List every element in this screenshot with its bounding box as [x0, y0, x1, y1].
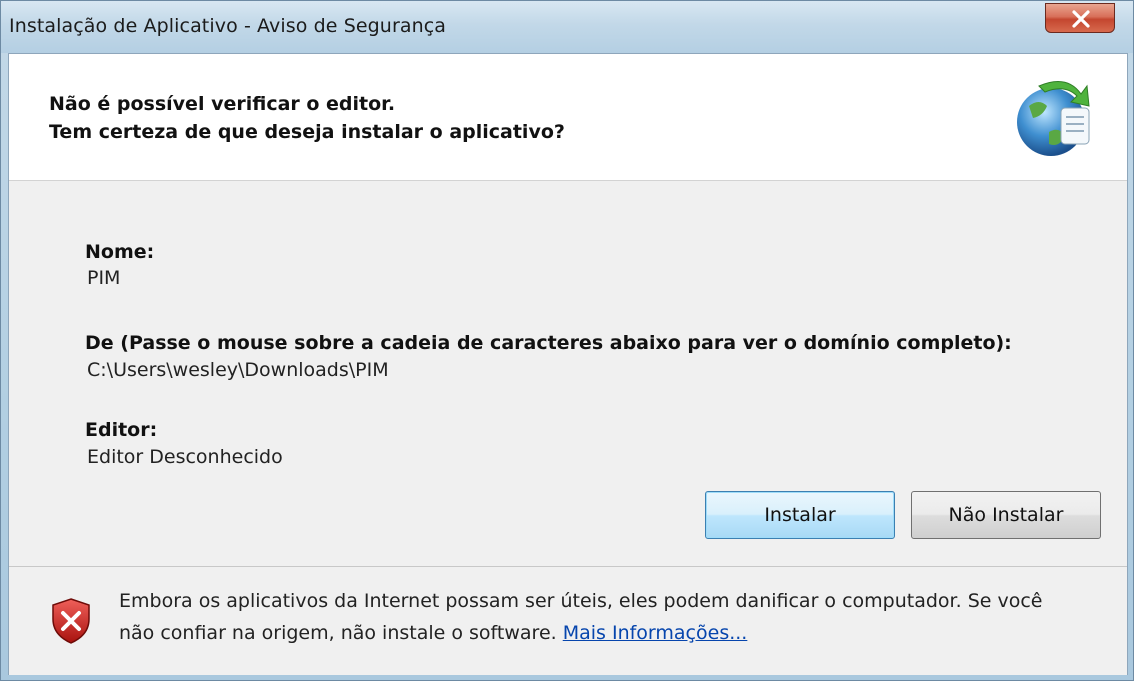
from-label: De (Passe o mouse sobre a cadeia de cara…	[85, 332, 1012, 354]
header-line-1: Não é possível verificar o editor.	[49, 93, 396, 115]
dialog-body: Não é possível verificar o editor. Tem c…	[8, 53, 1128, 675]
footer-message: Embora os aplicativos da Internet possam…	[119, 585, 1079, 649]
install-button[interactable]: Instalar	[705, 491, 895, 539]
shield-warning-icon	[52, 598, 90, 644]
name-value: PIM	[87, 267, 121, 289]
title-bar[interactable]: Instalação de Aplicativo - Aviso de Segu…	[1, 1, 1133, 53]
from-value[interactable]: C:\Users\wesley\Downloads\PIM	[87, 359, 389, 381]
header-line-2: Tem certeza de que deseja instalar o apl…	[49, 121, 565, 143]
more-info-link[interactable]: Mais Informações...	[563, 622, 748, 644]
security-footer: Embora os aplicativos da Internet possam…	[9, 566, 1127, 675]
globe-install-icon	[1017, 81, 1090, 156]
warning-header: Não é possível verificar o editor. Tem c…	[9, 54, 1127, 181]
dialog-window: Instalação de Aplicativo - Aviso de Segu…	[0, 0, 1134, 681]
window-title: Instalação de Aplicativo - Aviso de Segu…	[9, 15, 447, 37]
publisher-value: Editor Desconhecido	[87, 446, 283, 468]
dont-install-button[interactable]: Não Instalar	[911, 491, 1101, 539]
publisher-label: Editor:	[85, 419, 158, 441]
close-icon	[1072, 10, 1090, 28]
close-button[interactable]	[1045, 3, 1115, 33]
name-label: Nome:	[85, 241, 155, 263]
